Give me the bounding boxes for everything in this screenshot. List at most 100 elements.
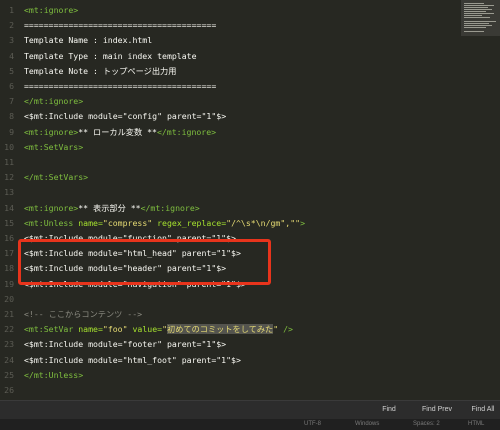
line-number: 26 xyxy=(4,385,14,395)
line-number: 18 xyxy=(4,263,14,274)
line-number: 17 xyxy=(4,248,14,259)
code-token: <mt:SetVar xyxy=(24,324,79,335)
line-number: 16 xyxy=(4,233,14,243)
code-line[interactable]: 26 xyxy=(0,383,460,398)
code-token: <mt:SetVars> xyxy=(24,141,84,152)
code-line[interactable]: 14 <mt:ignore>** 表示部分 **</mt:ignore> xyxy=(0,201,460,216)
line-number: 22 xyxy=(4,324,14,335)
code-token: <mt:ignore> xyxy=(24,126,79,137)
line-number: 14 xyxy=(4,202,14,213)
code-line[interactable]: 3 Template Name : index.html xyxy=(0,33,460,48)
code-line[interactable]: 21 <!-- ここからコンテンツ --> xyxy=(0,307,460,322)
code-line[interactable]: 5 Template Note : トップページ出力用 xyxy=(0,64,460,79)
line-code: </mt:Unless> xyxy=(24,368,83,383)
code-line[interactable]: 7 </mt:ignore> xyxy=(0,94,460,109)
line-number: 3 xyxy=(9,35,14,46)
code-line[interactable]: 15 <mt:Unless name="compress" regex_repla… xyxy=(0,216,460,231)
code-line[interactable]: 2 ======================================= xyxy=(0,18,460,33)
code-line[interactable]: 11 xyxy=(0,155,460,170)
syntax-indicator[interactable]: HTML xyxy=(468,420,484,429)
code-token: </mt:Unless> xyxy=(24,369,84,380)
code-token: <mt:ignore> xyxy=(24,5,79,15)
line-number: 4 xyxy=(9,50,14,61)
line-code: ======================================= xyxy=(24,79,216,94)
line-number: 9 xyxy=(9,126,14,137)
code-token: <mt:ignore> xyxy=(24,202,79,213)
code-token: "/^\s*\n/gm","" xyxy=(226,217,301,228)
code-line[interactable]: 12 </mt:SetVars> xyxy=(0,170,460,185)
line-code: </mt:ignore> xyxy=(24,94,83,109)
code-token: </mt:ignore> xyxy=(24,96,84,107)
find-all-button[interactable]: Find All xyxy=(468,404,498,416)
line-number: 6 xyxy=(9,81,14,91)
code-token: $> xyxy=(216,111,227,122)
code-editor[interactable]: 1 <mt:ignore> 2 ===========================… xyxy=(0,0,500,400)
code-token: <!-- ここからコンテンツ --> xyxy=(24,309,143,319)
code-line[interactable]: 20 xyxy=(0,292,460,307)
code-token: "config" xyxy=(122,111,163,122)
code-line[interactable]: 10 <mt:SetVars> xyxy=(0,140,460,155)
line-number: 13 xyxy=(4,187,14,198)
code-token: </mt:SetVars> xyxy=(24,172,89,183)
code-line[interactable]: 25 </mt:Unless> xyxy=(0,368,460,383)
line-number: 15 xyxy=(4,217,14,228)
annotation-highlight-box xyxy=(18,239,271,285)
code-token: <$mt:Include module="footer" parent="1"$… xyxy=(24,339,227,350)
line-code: <$mt:Include module="config" parent="1"$… xyxy=(24,109,226,124)
status-bar: UTF-8 Windows Spaces: 2 HTML xyxy=(0,419,500,430)
code-token: parent= xyxy=(162,111,202,122)
line-code: <mt:ignore>** ローカル変数 **</mt:ignore> xyxy=(24,125,216,140)
minimap[interactable] xyxy=(461,0,500,36)
code-token: value= xyxy=(127,324,163,335)
line-number: 7 xyxy=(9,96,14,107)
code-token: <$mt:Include xyxy=(24,111,89,122)
line-number: 24 xyxy=(4,354,14,365)
indentation-indicator[interactable]: Spaces: 2 xyxy=(413,420,440,429)
line-number: 19 xyxy=(4,278,14,289)
code-token: Template Name : index.html xyxy=(24,35,153,46)
code-token: Template Type : main index template xyxy=(24,50,197,61)
line-number: 1 xyxy=(9,5,14,15)
line-code: <mt:Unless name="compress" regex_replace… xyxy=(24,216,305,231)
code-line[interactable]: 23 <$mt:Include module="footer" parent="1… xyxy=(0,337,460,352)
line-code: Template Name : index.html xyxy=(24,33,152,48)
line-number: 11 xyxy=(4,157,14,167)
line-number: 10 xyxy=(4,141,14,152)
line-code: <!-- ここからコンテンツ --> xyxy=(24,307,142,322)
code-token: "compress" xyxy=(102,217,153,228)
code-token: <mt:Unless xyxy=(24,217,79,228)
find-bar: Find Find Prev Find All xyxy=(0,400,500,419)
line-code: ======================================= xyxy=(24,18,216,33)
code-line[interactable]: 4 Template Type : main index template xyxy=(0,49,460,64)
code-token: ** ローカル変数 ** xyxy=(78,126,157,137)
code-token: ======================================= xyxy=(24,20,217,31)
encoding-indicator[interactable]: UTF-8 xyxy=(304,420,321,429)
code-line[interactable]: 6 ======================================= xyxy=(0,79,460,94)
code-token: 初めてのコミットをしてみた xyxy=(167,324,274,335)
code-token: </mt:ignore> xyxy=(156,126,217,137)
line-number: 20 xyxy=(4,293,14,304)
code-token: </mt:ignore> xyxy=(140,202,200,213)
code-token: Template Note : トップページ出力用 xyxy=(24,65,177,76)
line-number: 21 xyxy=(4,309,14,319)
code-token: /> xyxy=(278,324,293,335)
code-line[interactable]: 9 <mt:ignore>** ローカル変数 **</mt:ignore> xyxy=(0,125,460,140)
code-token: ** 表示部分 ** xyxy=(78,202,141,213)
code-line[interactable]: 8 <$mt:Include module="config" parent="1"… xyxy=(0,109,460,124)
code-token: "1" xyxy=(201,111,217,122)
line-code: <mt:ignore>** 表示部分 **</mt:ignore> xyxy=(24,201,200,216)
code-token: ======================================= xyxy=(24,81,217,91)
line-code: Template Type : main index template xyxy=(24,49,197,64)
code-line[interactable]: 22 <mt:SetVar name="foo" value="初めてのコミットを… xyxy=(0,322,460,337)
line-number: 8 xyxy=(9,111,14,122)
code-line[interactable]: 1 <mt:ignore> xyxy=(0,3,460,18)
line-endings-indicator[interactable]: Windows xyxy=(355,420,379,429)
code-line[interactable]: 24 <$mt:Include module="html_foot" parent… xyxy=(0,353,460,368)
code-line[interactable]: 13 xyxy=(0,185,460,200)
line-code: Template Note : トップページ出力用 xyxy=(24,64,176,79)
line-number: 5 xyxy=(9,65,14,76)
code-token: name= xyxy=(78,217,103,228)
find-prev-button[interactable]: Find Prev xyxy=(418,404,456,416)
line-code: <$mt:Include module="html_foot" parent="… xyxy=(24,353,241,368)
find-button[interactable]: Find xyxy=(377,404,401,416)
